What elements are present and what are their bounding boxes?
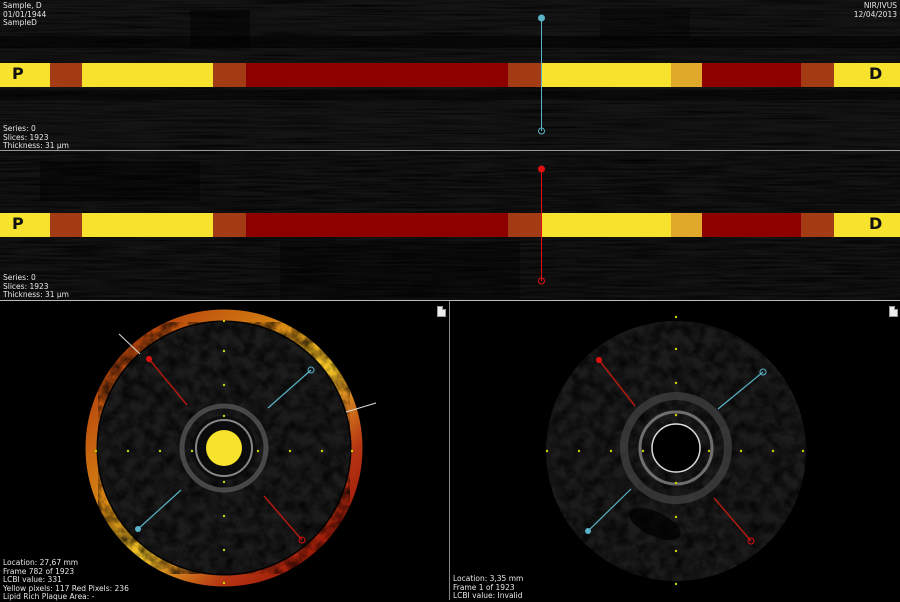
frame-cursor-top[interactable] (0, 0, 900, 150)
series-info-top: Series: 0 Slices: 1923 Thickness: 31 µm (3, 124, 69, 150)
lcbi-label: LCBI value: Invalid (453, 591, 523, 600)
thickness-label: Thickness: 31 µm (3, 290, 69, 299)
cross-section-view-left[interactable]: Location: 27,67 mm Frame 782 of 1923 LCB… (0, 301, 449, 602)
ivus-cross-section-image (545, 315, 806, 586)
patient-info: Sample, D 01/01/1944 SampleD (3, 1, 46, 28)
longitudinal-view-top[interactable]: P D Sample, D 01/01/1944 SampleD NIR/IVU… (0, 0, 900, 150)
thickness-label: Thickness: 31 µm (3, 141, 69, 150)
catheter-marker (206, 430, 242, 466)
series-info-bottom: Series: 0 Slices: 1923 Thickness: 31 µm (3, 273, 69, 300)
study-info: NIR/IVUS 12/04/2013 (853, 1, 897, 19)
patient-id: SampleD (3, 18, 37, 27)
plaque-area-label: Lipid Rich Plaque Area: - (3, 592, 95, 601)
document-icon[interactable] (889, 306, 898, 317)
longitudinal-view-bottom[interactable]: P D Series: 0 Slices: 1923 Thickness: 31… (0, 151, 900, 300)
cross-section-view-right[interactable]: Location: 3,35 mm Frame 1 of 1923 LCBI v… (450, 301, 900, 600)
frame-cursor-bottom[interactable] (0, 151, 900, 300)
study-date: 12/04/2013 (853, 9, 897, 19)
frame-info-right: Location: 3,35 mm Frame 1 of 1923 LCBI v… (453, 574, 523, 601)
ivus-cross-section-image (85, 309, 377, 587)
document-icon[interactable] (437, 306, 446, 317)
frame-info-left: Location: 27,67 mm Frame 782 of 1923 LCB… (3, 558, 129, 602)
